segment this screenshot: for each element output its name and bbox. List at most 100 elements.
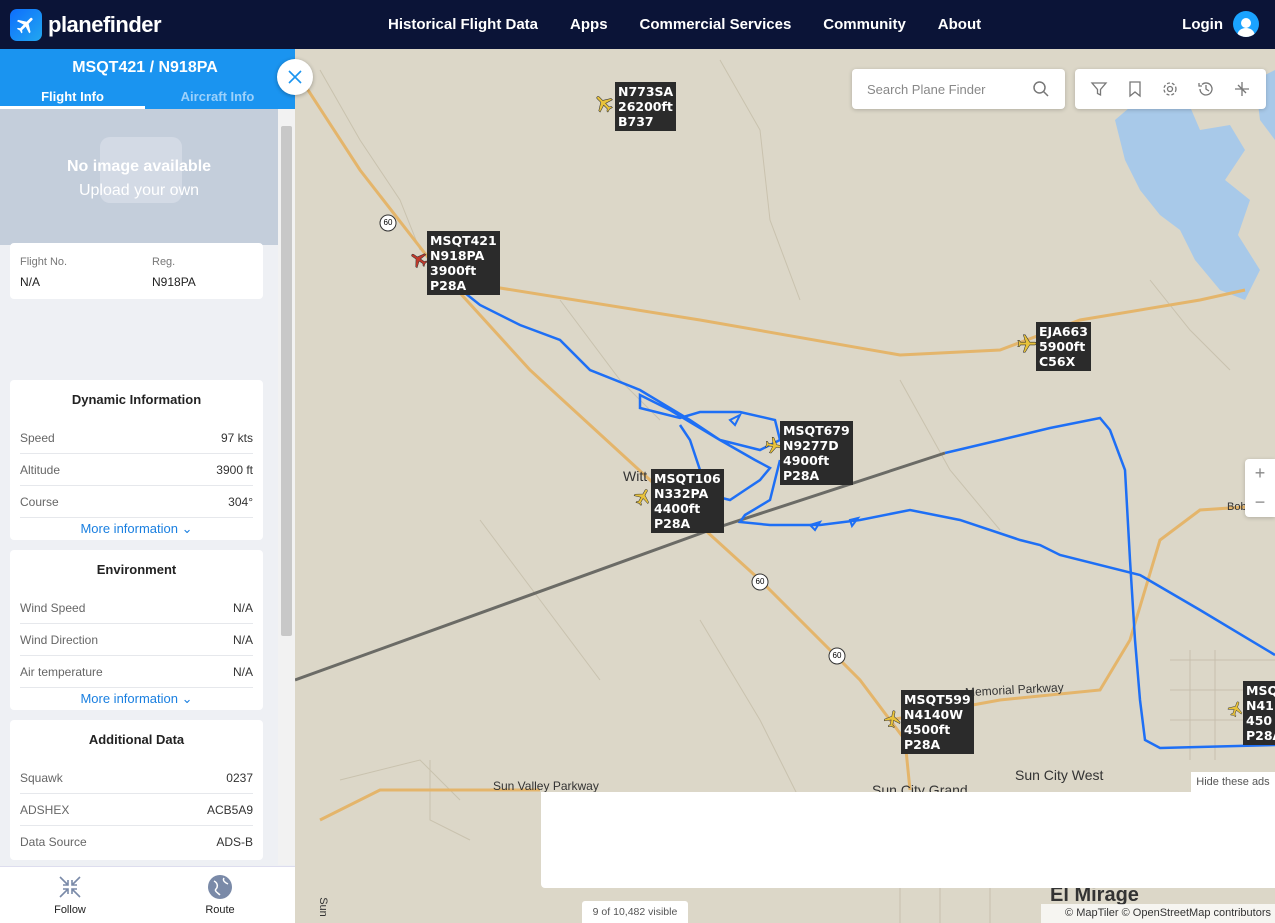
- flight-info-panel: MSQT421 / N918PA Flight Info Aircraft In…: [0, 49, 295, 923]
- row-value: 97 kts: [220, 430, 253, 445]
- reg-value: N918PA: [152, 275, 196, 289]
- ad-banner: [541, 792, 1275, 888]
- info-row: Wind Speed N/A: [20, 592, 253, 624]
- row-key: Speed: [20, 430, 55, 445]
- scrollbar-thumb[interactable]: [281, 126, 292, 636]
- info-row: Altitude 3900 ft: [20, 454, 253, 486]
- map-attribution[interactable]: © MapTiler © OpenStreetMap contributors: [1041, 904, 1275, 923]
- environment-card: Environment Wind Speed N/A Wind Direction…: [10, 550, 263, 710]
- upload-link[interactable]: Upload your own: [0, 182, 278, 200]
- additional-data-card: Additional Data Squawk 0237 ADSHEX ACB5A9 …: [10, 720, 263, 860]
- aircraft-label[interactable]: MSQT679 N9277D 4900ft P28A: [780, 421, 853, 485]
- row-key: ADSHEX: [20, 802, 70, 817]
- more-info-label: More information: [80, 691, 178, 706]
- info-row: Course 304°: [20, 486, 253, 518]
- follow-label: Follow: [54, 904, 86, 916]
- follow-icon: [59, 876, 81, 898]
- row-key: Air temperature: [20, 664, 103, 679]
- no-image-text: No image available: [66, 158, 212, 175]
- place-sun: Sun: [316, 897, 329, 917]
- row-key: Course: [20, 494, 59, 509]
- aircraft-icon[interactable]: [883, 709, 903, 729]
- aircraft-label[interactable]: MSQT599 N4140W 4500ft P28A: [901, 690, 974, 754]
- tab-flight-info[interactable]: Flight Info: [0, 85, 145, 109]
- row-value: N/A: [232, 632, 253, 647]
- search-input[interactable]: Search Plane Finder: [867, 82, 986, 97]
- row-key: Wind Direction: [20, 632, 99, 647]
- bookmark-icon[interactable]: [1126, 80, 1144, 98]
- nav-apps[interactable]: Apps: [570, 16, 608, 33]
- row-key: Data Source: [20, 834, 87, 849]
- hide-ads-link[interactable]: Hide these ads: [1191, 772, 1275, 792]
- search-box[interactable]: Search Plane Finder: [852, 69, 1065, 109]
- row-value: ACB5A9: [206, 802, 253, 817]
- row-value: N/A: [232, 664, 253, 679]
- history-icon[interactable]: [1197, 80, 1215, 98]
- more-info-link[interactable]: More information ⌄: [10, 521, 263, 537]
- row-value: 3900 ft: [216, 462, 253, 477]
- selected-aircraft-icon[interactable]: [409, 249, 429, 269]
- flight-id-card: Flight No. N/A Reg. N918PA: [10, 243, 263, 299]
- zoom-control: + −: [1245, 459, 1275, 517]
- reg-label: Reg.: [152, 256, 176, 268]
- aircraft-icon[interactable]: [1016, 333, 1038, 355]
- row-value: 304°: [228, 494, 253, 509]
- place-witt: Witt: [623, 468, 648, 484]
- aircraft-icon[interactable]: [633, 487, 653, 507]
- login-label: Login: [1182, 15, 1223, 33]
- nav-about[interactable]: About: [938, 16, 981, 33]
- dynamic-info-card: Dynamic Information Speed 97 kts Altitude…: [10, 380, 263, 540]
- row-value: N/A: [232, 600, 253, 615]
- row-value: ADS-B: [216, 834, 253, 849]
- aircraft-label[interactable]: N773SA 26200ft B737: [615, 82, 677, 131]
- aircraft-label[interactable]: MSQ N41 450 P28A: [1243, 681, 1275, 745]
- logo-text: planefinder: [48, 12, 162, 37]
- flight-no-value: N/A: [20, 275, 41, 289]
- user-avatar-icon: [1233, 11, 1259, 37]
- 3d-view-icon[interactable]: [1233, 80, 1251, 98]
- chevron-down-icon: ⌄: [181, 521, 193, 536]
- route-shield-label: 60: [755, 577, 765, 586]
- panel-header: MSQT421 / N918PA Flight Info Aircraft In…: [0, 49, 295, 109]
- panel-scrollbar[interactable]: [278, 109, 295, 865]
- nav-historical-flight-data[interactable]: Historical Flight Data: [388, 16, 538, 33]
- aircraft-label[interactable]: EJA663 5900ft C56X: [1036, 322, 1091, 371]
- more-info-link[interactable]: More information ⌄: [10, 691, 263, 707]
- flight-title: MSQT421 / N918PA: [72, 59, 218, 76]
- flight-no-label: Flight No.: [20, 256, 68, 268]
- info-row: Speed 97 kts: [20, 422, 253, 454]
- tab-aircraft-info[interactable]: Aircraft Info: [145, 85, 290, 109]
- close-icon: [288, 70, 302, 84]
- row-value: 0237: [226, 770, 253, 785]
- login-button[interactable]: Login: [1182, 11, 1259, 37]
- aircraft-label[interactable]: MSQT106 N332PA 4400ft P28A: [651, 469, 724, 533]
- main-nav: Historical Flight Data Apps Commercial S…: [388, 0, 1013, 49]
- planefinder-logo[interactable]: planefinder: [10, 9, 162, 41]
- search-icon[interactable]: [1032, 80, 1050, 98]
- follow-button[interactable]: Follow: [35, 873, 105, 916]
- zoom-out-button[interactable]: −: [1245, 488, 1275, 517]
- gear-icon[interactable]: [1161, 80, 1179, 98]
- info-row: Data Source ADS-B: [20, 826, 253, 857]
- row-key: Squawk: [20, 770, 63, 785]
- map-toolbar: [1075, 69, 1266, 109]
- filter-icon[interactable]: [1090, 80, 1108, 98]
- info-row: Wind Direction N/A: [20, 624, 253, 656]
- card-title: Environment: [96, 562, 177, 577]
- zoom-in-button[interactable]: +: [1245, 459, 1275, 488]
- card-title: Additional Data: [88, 732, 185, 747]
- aircraft-photo-placeholder[interactable]: No image available Upload your own: [0, 109, 278, 245]
- row-key: Wind Speed: [20, 600, 86, 615]
- aircraft-label-selected[interactable]: MSQT421 N918PA 3900ft P28A: [427, 231, 500, 295]
- chevron-down-icon: ⌄: [181, 691, 193, 706]
- nav-community[interactable]: Community: [823, 16, 906, 33]
- route-button[interactable]: Route: [185, 873, 255, 916]
- aircraft-icon[interactable]: [593, 92, 615, 114]
- place-sun-city-west: Sun City West: [1015, 767, 1104, 783]
- panel-tabs: Flight Info Aircraft Info: [0, 85, 290, 109]
- nav-commercial-services[interactable]: Commercial Services: [640, 16, 792, 33]
- place-sun-valley-parkway: Sun Valley Parkway: [493, 779, 599, 793]
- info-row: Squawk 0237: [20, 762, 253, 794]
- more-info-label: More information: [80, 521, 178, 536]
- close-panel-button[interactable]: [277, 59, 313, 95]
